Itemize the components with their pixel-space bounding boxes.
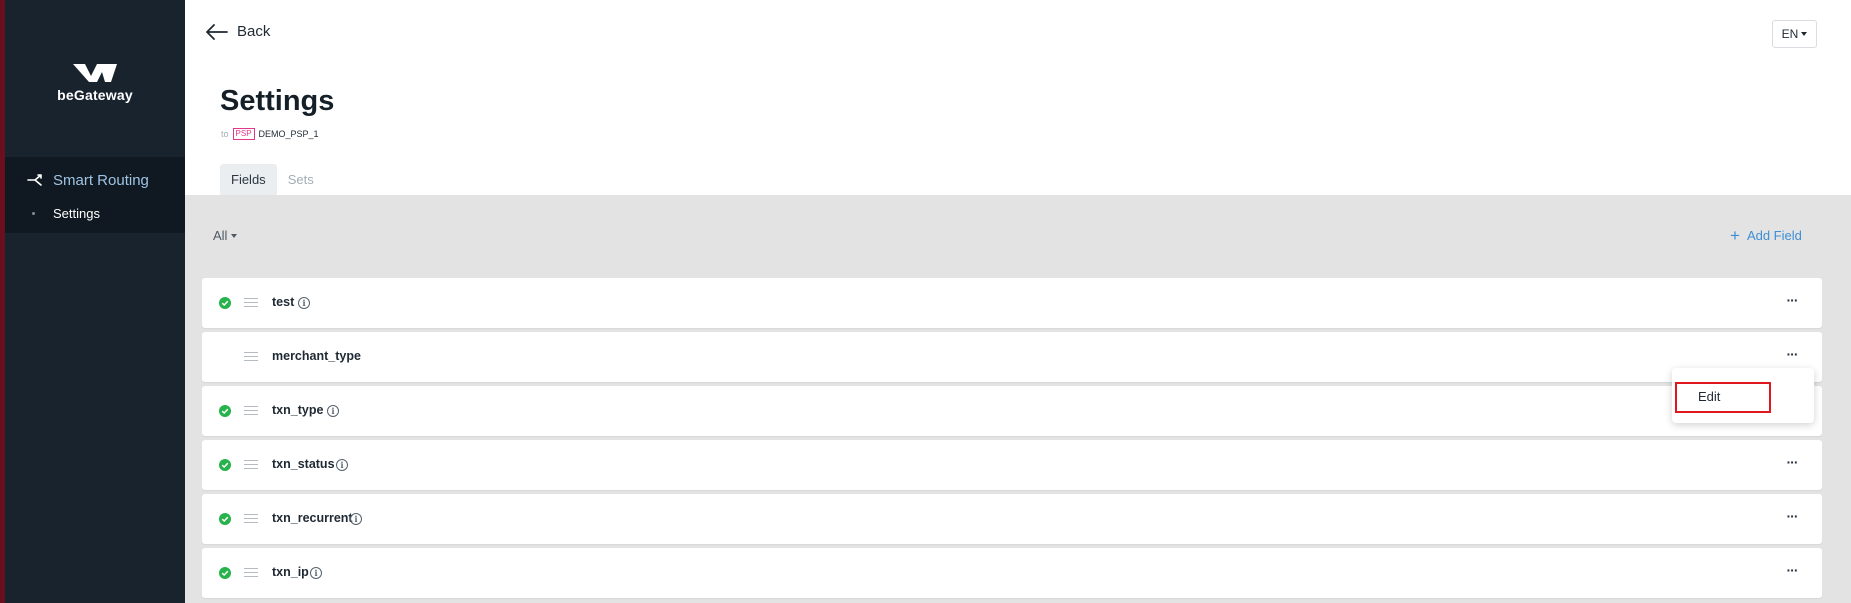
- field-name: txn_recurrent: [272, 511, 353, 525]
- more-options-icon[interactable]: ···: [1782, 563, 1802, 583]
- main-panel: Back EN Settings to PSP DEMO_PSP_1 Field…: [185, 0, 1851, 603]
- sidebar-item-smart-routing[interactable]: Smart Routing: [5, 167, 185, 193]
- filter-value: All: [213, 228, 228, 243]
- tab-sets[interactable]: Sets: [277, 164, 325, 195]
- more-options-icon[interactable]: ···: [1782, 455, 1802, 475]
- active-check-icon: [219, 405, 231, 417]
- info-icon[interactable]: i: [310, 567, 322, 579]
- more-options-icon[interactable]: ···: [1782, 347, 1802, 367]
- info-icon[interactable]: i: [336, 459, 348, 471]
- drag-handle-icon[interactable]: [244, 298, 258, 307]
- page-title: Settings: [220, 85, 335, 117]
- add-field-label: Add Field: [1746, 228, 1802, 243]
- routing-icon: [27, 172, 43, 188]
- sidebar-item-label: Settings: [53, 205, 100, 221]
- back-button[interactable]: Back: [206, 23, 270, 40]
- brand-logo[interactable]: beGateway: [5, 62, 185, 103]
- info-icon[interactable]: i: [327, 405, 339, 417]
- add-field-button[interactable]: + Add Field: [1730, 226, 1802, 245]
- info-icon[interactable]: i: [350, 513, 362, 525]
- begateway-logo-icon: [73, 64, 117, 82]
- app-window: beGateway Smart Routing Settings Back EN…: [0, 0, 1851, 603]
- more-options-icon[interactable]: ···: [1782, 293, 1802, 313]
- drag-handle-icon[interactable]: [244, 406, 258, 415]
- psp-context: to PSP DEMO_PSP_1: [221, 128, 319, 140]
- drag-handle-icon[interactable]: [244, 352, 258, 361]
- field-row-merchant-type[interactable]: merchant_type ···: [202, 332, 1822, 382]
- field-row-txn-type[interactable]: txn_type i: [202, 386, 1822, 436]
- brand-name: beGateway: [57, 87, 133, 103]
- nav-group-smart-routing: Smart Routing Settings: [5, 157, 185, 233]
- sidebar: beGateway Smart Routing Settings: [5, 0, 185, 603]
- language-value: EN: [1781, 27, 1799, 41]
- drag-handle-icon[interactable]: [244, 514, 258, 523]
- chevron-down-icon: [231, 233, 238, 238]
- arrow-left-icon: [206, 23, 228, 40]
- field-context-menu: Edit: [1672, 368, 1814, 423]
- fields-panel: All + Add Field test i ··· merchant_type: [185, 195, 1851, 603]
- field-name: test: [272, 295, 295, 309]
- sidebar-item-label: Smart Routing: [53, 171, 149, 189]
- psp-name: DEMO_PSP_1: [258, 129, 319, 139]
- tab-bar: Fields Sets: [220, 164, 325, 195]
- field-row-txn-status[interactable]: txn_status i ···: [202, 440, 1822, 490]
- active-check-icon: [219, 297, 231, 309]
- info-icon[interactable]: i: [298, 297, 310, 309]
- tab-fields[interactable]: Fields: [220, 164, 277, 195]
- more-options-icon[interactable]: ···: [1782, 509, 1802, 529]
- fields-list: test i ··· merchant_type ··· txn_type i: [202, 278, 1822, 602]
- to-label: to: [221, 129, 229, 139]
- active-check-icon: [219, 459, 231, 471]
- language-select[interactable]: EN: [1772, 20, 1817, 48]
- drag-handle-icon[interactable]: [244, 568, 258, 577]
- sidebar-item-settings[interactable]: Settings: [5, 203, 185, 223]
- active-check-icon: [219, 567, 231, 579]
- field-name: txn_ip: [272, 565, 309, 579]
- field-name: merchant_type: [272, 349, 361, 363]
- bullet-icon: [32, 211, 35, 215]
- field-name: txn_type: [272, 403, 324, 417]
- back-label: Back: [237, 23, 271, 40]
- field-row-test[interactable]: test i ···: [202, 278, 1822, 328]
- filter-dropdown[interactable]: All: [213, 228, 238, 243]
- field-name: txn_status: [272, 457, 335, 471]
- active-check-icon: [219, 513, 231, 525]
- psp-badge: PSP: [232, 128, 255, 140]
- field-row-txn-ip[interactable]: txn_ip i ···: [202, 548, 1822, 598]
- field-row-txn-recurrent[interactable]: txn_recurrent i ···: [202, 494, 1822, 544]
- edit-menu-item[interactable]: Edit: [1675, 382, 1771, 413]
- plus-icon: +: [1730, 226, 1740, 245]
- chevron-down-icon: [1801, 32, 1808, 36]
- drag-handle-icon[interactable]: [244, 460, 258, 469]
